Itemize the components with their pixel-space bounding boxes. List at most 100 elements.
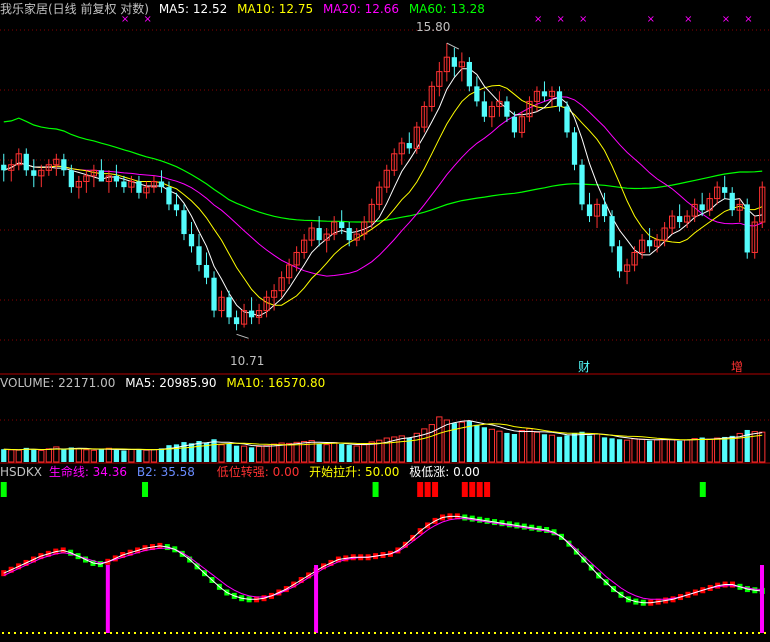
volume-bar-up <box>83 449 90 463</box>
baseline-dot <box>458 632 460 634</box>
baseline-dot <box>620 632 622 634</box>
baseline-dot <box>596 632 598 634</box>
baseline-dot <box>86 632 88 634</box>
volume-bar-up <box>285 442 293 463</box>
candle-body-down <box>451 57 457 67</box>
baseline-dot <box>542 632 544 634</box>
baseline-dot <box>176 632 178 634</box>
volume-bar-down <box>616 439 623 462</box>
signal-red <box>461 482 468 497</box>
candle-body-down <box>31 170 37 176</box>
baseline-dot <box>242 632 244 634</box>
baseline-dot <box>602 632 604 634</box>
baseline-dot <box>554 632 556 634</box>
candle-body-down <box>541 91 548 97</box>
signal-green <box>372 482 379 497</box>
volume-bar-down <box>158 448 165 462</box>
baseline-dot <box>548 632 550 634</box>
top-marker: × <box>579 14 587 25</box>
baseline-dot <box>626 632 628 634</box>
baseline-dot <box>56 632 58 634</box>
volume-bar-up <box>270 443 278 463</box>
volume-bar-down <box>556 436 563 462</box>
baseline-dot <box>518 632 520 634</box>
baseline-dot <box>266 632 268 634</box>
vol-ma5-label: MA5: 20985.90 <box>125 376 217 390</box>
baseline-dot <box>368 632 370 634</box>
volume-bar-up <box>361 444 368 463</box>
baseline-dot <box>662 632 664 634</box>
baseline-dot <box>116 632 118 634</box>
baseline-dot <box>218 632 220 634</box>
ma60-label: MA60: 13.28 <box>408 2 485 16</box>
b2-line <box>3 518 763 600</box>
volume-bar-up <box>368 441 375 463</box>
baseline-dot <box>308 632 310 634</box>
candle-body-down <box>481 101 488 117</box>
volume-bar-down <box>541 434 548 462</box>
baseline-dot <box>752 632 754 634</box>
candle-body-down <box>23 153 29 171</box>
baseline-dot <box>476 632 478 634</box>
volume-bar-down <box>23 447 29 462</box>
candle-body-down <box>121 181 127 188</box>
volume-bar-up <box>331 442 338 463</box>
volume-bar-up <box>45 448 52 463</box>
baseline-dot <box>212 632 214 634</box>
jdz-label: 极低涨: 0.00 <box>409 465 480 479</box>
baseline-dot <box>410 632 412 634</box>
baseline-dot <box>110 632 112 634</box>
candle-body-down <box>609 216 615 247</box>
volume-bar-down <box>729 435 735 462</box>
baseline-dot <box>272 632 274 634</box>
baseline-dot <box>98 632 100 634</box>
volume-bar-down <box>188 443 195 462</box>
volume-bar-up <box>661 438 668 463</box>
baseline-dot <box>374 632 376 634</box>
volume-bar-down <box>113 450 120 462</box>
volume-bar-down <box>504 432 510 462</box>
baseline-dot <box>74 632 76 634</box>
volume-bar-down <box>511 434 518 462</box>
volume-bar-up <box>653 439 661 463</box>
candle-body-down <box>158 181 165 188</box>
baseline-dot <box>146 632 148 634</box>
baseline-dot <box>452 632 454 634</box>
baseline-dot <box>134 632 136 634</box>
volume-bar-up <box>526 428 533 463</box>
baseline-dot <box>512 632 514 634</box>
baseline-dot <box>380 632 382 634</box>
top-marker: × <box>684 14 692 25</box>
baseline-dot <box>200 632 202 634</box>
volume-header: VOLUME: 22171.00 MA5: 20985.90 MA10: 165… <box>0 375 331 391</box>
volume-bar-up <box>714 437 721 463</box>
baseline-dot <box>722 632 724 634</box>
baseline-dot <box>32 632 34 634</box>
signal-green <box>142 482 149 497</box>
baseline-dot <box>260 632 262 634</box>
signal-red <box>484 482 491 497</box>
baseline-dot <box>632 632 634 634</box>
signal-green <box>0 482 7 497</box>
baseline-dot <box>638 632 640 634</box>
candle-body-down <box>646 240 653 247</box>
baseline-dot <box>470 632 472 634</box>
candle-body-down <box>406 143 412 149</box>
volume-bar-up <box>398 435 405 463</box>
volume-bar-up <box>240 445 248 463</box>
baseline-dot <box>140 632 142 634</box>
volume-bar-down <box>211 439 217 462</box>
baseline-dot <box>614 632 616 634</box>
baseline-dot <box>692 632 694 634</box>
volume-bar-up <box>759 431 766 463</box>
signal-magenta <box>760 565 764 633</box>
volume-bar-down <box>166 445 172 462</box>
volume-bar-up <box>548 434 556 463</box>
baseline-dot <box>338 632 340 634</box>
volume-bar-down <box>316 443 322 462</box>
volume-bar-up <box>706 438 713 463</box>
volume-bar-down <box>136 448 142 462</box>
volume-bar-down <box>474 424 480 462</box>
volume-bar-up <box>90 449 98 463</box>
baseline-dot <box>284 632 286 634</box>
